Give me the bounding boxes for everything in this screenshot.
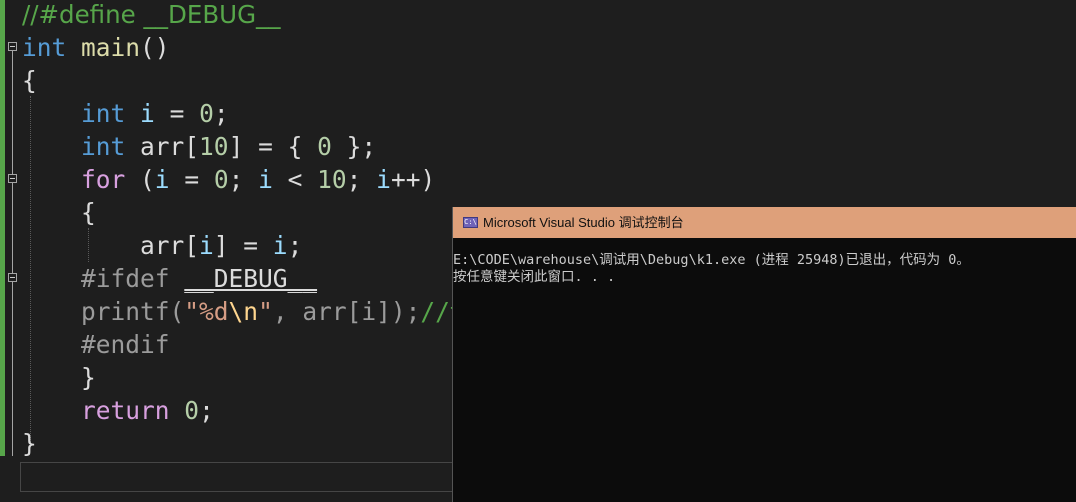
console-title: Microsoft Visual Studio 调试控制台 [483,215,684,230]
code-token: 0 [213,165,229,194]
code-token: i [376,165,391,194]
collapse-main-icon[interactable] [8,42,17,51]
code-token: i [154,165,170,194]
console-output[interactable]: E:\CODE\warehouse\调试用\Debug\k1.exe (进程 2… [453,252,1076,286]
code-token: //#define __DEBUG__ [22,0,281,29]
code-line-endif: #endif [22,328,170,361]
code-token: = [154,99,200,128]
code-token: }; [331,132,377,161]
code-token: i [199,231,214,260]
code-token: { [22,66,37,95]
code-line-return: return 0; [22,394,214,427]
code-token: = [169,165,214,194]
code-line-decl-arr: int arr[10] = { 0 }; [22,130,376,163]
console-output-line: 按任意键关闭此窗口. . . [453,269,616,285]
code-line-main-signature: int main() [22,31,170,64]
code-line-assign: arr[i] = i; [22,229,302,262]
code-line-ifdef: #ifdef __DEBUG__ [22,262,317,295]
code-token: ++) [390,165,436,194]
code-token: { [22,198,96,227]
code-token: i [272,231,288,260]
code-token: i [258,165,273,194]
code-token: arr[ [125,132,200,161]
code-line-for-close-brace: } [22,361,96,394]
code-token: 0 [184,396,200,425]
code-token: } [22,363,96,392]
code-token: 10 [317,165,347,194]
code-token: __DEBUG__ [184,264,318,293]
change-tracking-bar [0,0,5,456]
code-token: \n [228,297,259,326]
code-token: int [81,132,126,161]
code-token: return [81,396,170,425]
code-line-for: for (i = 0; i < 10; i++) [22,163,435,196]
code-token: int [81,99,126,128]
code-token: printf( [81,297,185,326]
code-token: arr[ [22,231,200,260]
code-token: #ifdef [81,264,170,293]
collapse-for-icon[interactable] [8,174,17,183]
code-token: ; [213,99,229,128]
code-token: 10 [199,132,229,161]
console-titlebar[interactable]: C:\ Microsoft Visual Studio 调试控制台 [453,207,1076,238]
code-token: ; [199,396,214,425]
code-token: ] = [213,231,273,260]
code-line-printf: printf("%d\n", arr[i]);//调 [22,295,474,328]
code-token: 0 [317,132,332,161]
code-token: i [140,99,155,128]
console-app-icon: C:\ [463,217,478,228]
code-token: ; [287,231,303,260]
code-token: " [258,297,273,326]
code-token: ( [125,165,155,194]
editor-bottom-panel [20,462,460,492]
code-token: ; [228,165,259,194]
code-token: main [81,33,141,62]
code-token: 0 [199,99,214,128]
code-token: () [140,33,170,62]
code-token: "%d [184,297,229,326]
console-output-line: E:\CODE\warehouse\调试用\Debug\k1.exe (进程 2… [453,252,970,268]
code-line-close-brace: } [22,427,37,460]
screenshot-root: //#define __DEBUG__ int main(){ int i = 0… [0,0,1076,502]
fold-region-line [12,51,13,456]
code-line-define-comment: //#define __DEBUG__ [22,0,281,31]
code-token: } [22,429,37,458]
code-token: #endif [81,330,170,359]
code-line-decl-i: int i = 0; [22,97,229,130]
code-line-for-open-brace: { [22,196,96,229]
debug-console-window[interactable]: C:\ Microsoft Visual Studio 调试控制台 E:\COD… [452,207,1076,502]
code-token: ] = { [228,132,318,161]
collapse-ifdef-icon[interactable] [8,273,17,282]
code-token: < [272,165,318,194]
code-line-open-brace: { [22,64,37,97]
code-token: ; [346,165,377,194]
code-token: , arr[i]); [272,297,421,326]
code-token: for [81,165,126,194]
code-token: int [22,33,67,62]
